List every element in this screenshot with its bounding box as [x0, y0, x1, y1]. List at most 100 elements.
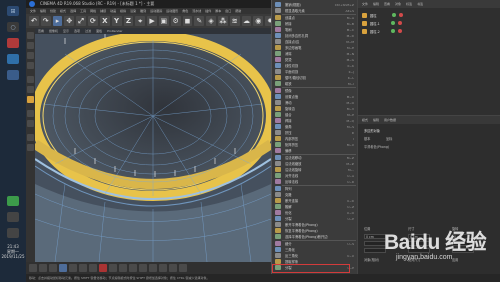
position-field[interactable] [364, 248, 386, 253]
scale-key-icon[interactable] [139, 264, 147, 272]
render-picture-icon[interactable]: ▣ [158, 16, 169, 26]
obj-menu-bookmarks[interactable]: 书签 [417, 2, 423, 6]
menu-motion-tracker[interactable]: 运动跟踪 [150, 9, 162, 13]
menu-window[interactable]: 窗口 [225, 9, 231, 13]
move-icon[interactable]: ✥ [64, 16, 75, 26]
model-mode-icon[interactable] [27, 42, 34, 49]
position-field[interactable] [364, 241, 386, 246]
tag-icon[interactable] [398, 13, 403, 17]
viewport-menu-options[interactable]: 选项 [74, 29, 80, 33]
obj-menu-edit[interactable]: 编辑 [373, 2, 379, 6]
menu-render[interactable]: 渲染 [130, 9, 136, 13]
rotation-key-icon[interactable] [149, 264, 157, 272]
viewport-menu-display[interactable]: 显示 [63, 29, 69, 33]
obj-menu-file[interactable]: 文件 [362, 2, 368, 6]
coordinate-system-icon[interactable]: ⌖ [135, 16, 146, 26]
keyframe-selection-icon[interactable] [119, 264, 127, 272]
volume-icon[interactable] [7, 228, 19, 238]
enable-axis-icon[interactable] [27, 110, 34, 117]
viewport-menu-camera[interactable]: 摄像机 [49, 29, 58, 33]
viewport-menu-filter[interactable]: 过滤 [85, 29, 91, 33]
texture-mode-icon[interactable] [27, 52, 34, 59]
viewport-menu-panel[interactable]: 面板 [96, 29, 102, 33]
axis-y-button[interactable]: Y [111, 16, 122, 26]
subdivision-icon[interactable]: ◈ [206, 16, 216, 26]
tag-icon[interactable] [397, 29, 402, 33]
object-row[interactable]: 圆柱 [362, 12, 403, 18]
next-key-icon[interactable] [79, 264, 87, 272]
object-row[interactable]: 圆柱.1 [362, 20, 402, 26]
visibility-dot-icon[interactable] [390, 29, 395, 33]
menu-file[interactable]: 文件 [30, 9, 36, 13]
scene-icon[interactable]: ☁ [241, 16, 252, 26]
lock-workplane-icon[interactable] [27, 144, 34, 151]
attr-tab-phong[interactable]: 平滑着色(Phong) [364, 144, 389, 149]
network-icon[interactable] [7, 212, 19, 222]
mesh-render[interactable] [35, 34, 271, 262]
cube-icon[interactable]: ◼ [182, 16, 193, 26]
visibility-dot-icon[interactable] [390, 21, 395, 25]
menu-select[interactable]: 选择 [70, 9, 76, 13]
render-settings-icon[interactable]: ⚙ [170, 16, 181, 26]
array-icon[interactable]: ⁂ [218, 16, 228, 26]
viewport-menu-prorender[interactable]: ProRender [107, 29, 122, 33]
deformer-icon[interactable]: ≋ [229, 16, 240, 26]
visibility-dot-icon[interactable] [391, 13, 396, 17]
goto-end-icon[interactable] [89, 264, 97, 272]
make-editable-icon[interactable] [27, 32, 34, 39]
timeline-icon[interactable] [179, 264, 187, 272]
undo-icon[interactable]: ↶ [29, 16, 39, 26]
axis-x-button[interactable]: X [99, 16, 110, 26]
app-icon[interactable] [7, 38, 19, 48]
obj-menu-tags[interactable]: 标签 [406, 2, 412, 6]
axis-z-button[interactable]: Z [123, 16, 134, 26]
menu-simulate[interactable]: 模拟 [120, 9, 126, 13]
tag-icon[interactable] [397, 21, 402, 25]
menu-character[interactable]: 角色 [182, 9, 188, 13]
point-level-animation-icon[interactable] [169, 264, 177, 272]
menu-snap[interactable]: 捕捉 [100, 9, 106, 13]
perspective-viewport[interactable]: 查看 摄像机 显示 选项 过滤 面板 ProRender [35, 28, 271, 262]
taskbar-clock[interactable]: 21:43 星期一 2019/11/25 [1, 244, 25, 259]
menu-mesh[interactable]: 网格 [90, 9, 96, 13]
object-row[interactable]: 圆柱.2 [362, 28, 402, 34]
play-icon[interactable] [59, 264, 67, 272]
obj-menu-view[interactable]: 查看 [384, 2, 390, 6]
obj-menu-objects[interactable]: 对象 [395, 2, 401, 6]
redo-icon[interactable]: ↷ [40, 16, 51, 26]
autokey-icon[interactable] [109, 264, 117, 272]
position-key-icon[interactable] [129, 264, 137, 272]
attr-tab-mode[interactable]: 模式 [362, 118, 368, 122]
menu-script[interactable]: 脚本 [215, 9, 221, 13]
snap-icon[interactable] [27, 134, 34, 141]
menu-create[interactable]: 创建 [50, 9, 56, 13]
points-mode-icon[interactable] [27, 76, 34, 83]
attr-tab-edit[interactable]: 编辑 [373, 118, 379, 122]
coord-mode-dropdown[interactable]: 对象(相对) [364, 257, 379, 262]
previous-key-icon[interactable] [39, 264, 47, 272]
position-field[interactable]: 0 cm [364, 234, 386, 239]
edges-mode-icon[interactable] [27, 86, 34, 93]
pen-icon[interactable]: ✎ [194, 16, 205, 26]
parameter-key-icon[interactable] [159, 264, 167, 272]
camera-icon[interactable]: ◉ [253, 16, 264, 26]
menu-mode[interactable]: 模式 [60, 9, 66, 13]
start-icon[interactable]: ⊞ [7, 6, 19, 16]
menu-edit[interactable]: 编辑 [40, 9, 46, 13]
tweak-mode-icon[interactable] [27, 120, 34, 127]
render-view-icon[interactable]: ▶ [147, 16, 157, 26]
previous-frame-icon[interactable] [49, 264, 57, 272]
scale-icon[interactable]: ⤢ [76, 16, 87, 26]
attr-tab-userdata[interactable]: 用户数据 [384, 118, 396, 122]
search-icon[interactable]: ○ [7, 22, 19, 32]
viewport-menu-view[interactable]: 查看 [38, 29, 44, 33]
next-frame-icon[interactable] [69, 264, 77, 272]
browser-icon[interactable] [7, 54, 19, 64]
live-select-icon[interactable]: ▸ [52, 16, 63, 26]
attr-tab-coord[interactable]: 坐标 [386, 136, 392, 141]
menu-plugins[interactable]: 插件 [205, 9, 211, 13]
attr-tab-basic[interactable]: 基本 [364, 136, 370, 141]
menu-help[interactable]: 帮助 [235, 9, 241, 13]
menu-sculpt[interactable]: 雕刻 [140, 9, 146, 13]
menu-animate[interactable]: 动画 [110, 9, 116, 13]
